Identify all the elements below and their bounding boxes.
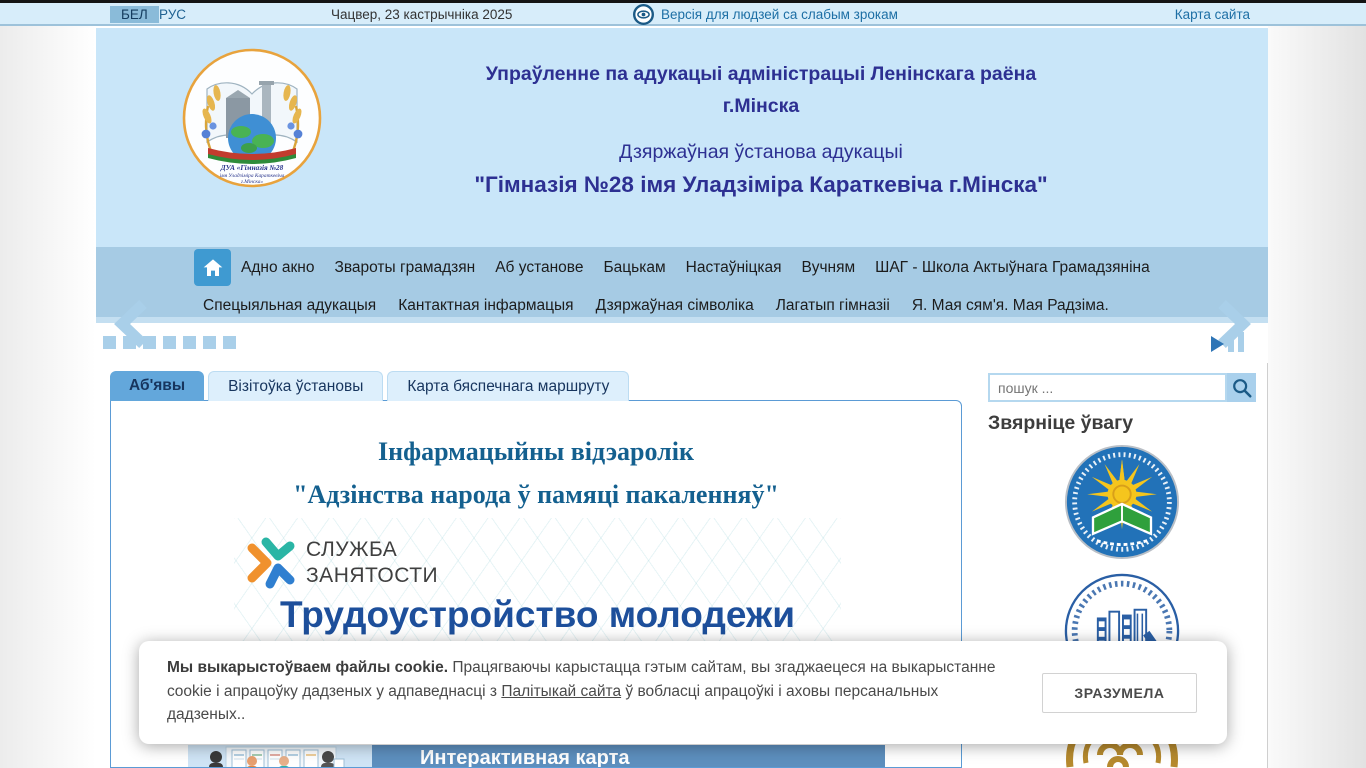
home-button[interactable] [194,249,231,286]
lang-switch-bel[interactable]: БЕЛ [110,6,159,23]
page: БЕЛ РУС Чацвер, 23 кастрычніка 2025 Верс… [0,0,1366,768]
svg-text:г.Мінска»: г.Мінска» [241,179,264,185]
cookie-consent-banner: Мы выкарыстоўваем файлы cookie. Працягва… [139,641,1227,744]
main-navigation: Адно акно Звароты грамадзян Аб установе … [96,247,1268,323]
slider-dot-6[interactable] [203,336,216,349]
search-input[interactable] [988,373,1227,402]
video-heading-line2: "Адзінства народа ў памяці пакаленняў" [293,480,779,509]
slider-dot-2[interactable] [123,336,136,349]
youth-employment-title: Трудоустройство молодежи [280,594,795,635]
nav-row-1: Адно акно Звароты грамадзян Аб установе … [241,247,1150,288]
content-tabs: Аб'явы Візітоўка ўстановы Карта бяспечна… [110,371,630,401]
school-name: "Гімназія №28 імя Уладзіміра Караткевіча… [474,172,1048,197]
slider-dot-7[interactable] [223,336,236,349]
slider-play-icon[interactable] [1211,336,1224,352]
nav-row-2: Спецыяльная адукацыя Кантактная інфармац… [203,288,1109,323]
interactive-map-banner[interactable]: Интерактивная карта [188,745,887,767]
cookie-text-bold: Мы выкарыстоўваем файлы cookie. [167,659,449,676]
svg-text:ДУА «Гімназія №28: ДУА «Гімназія №28 [220,163,284,172]
nav-item-backam[interactable]: Бацькам [603,259,665,277]
slider-dot-1[interactable] [103,336,116,349]
nav-item-kantakty[interactable]: Кантактная інфармацыя [398,297,573,315]
nav-item-radzima[interactable]: Я. Мая сям'я. Мая Радзіма. [912,297,1109,315]
svg-text:імя Уладзіміра Караткевіча: імя Уладзіміра Караткевіча [220,172,285,179]
slider-dot-3[interactable] [143,336,156,349]
department-title-line2: г.Мінска [722,95,800,117]
header-titles: Упраўленне па адукацыі адміністрацыі Лен… [346,28,1176,198]
nav-item-simvolika[interactable]: Дзяржаўная сімволіка [596,297,754,315]
nav-item-specadukacyja[interactable]: Спецыяльная адукацыя [203,297,376,315]
lang-switch-rus[interactable]: РУС [159,7,186,22]
tab-abyavy[interactable]: Аб'явы [110,371,205,401]
tab-safe-route-map[interactable]: Карта бяспечнага маршруту [387,371,630,401]
interactive-map-title: Интерактивная карта [372,745,885,767]
cookie-accept-button[interactable]: ЗРАЗУМЕЛА [1042,673,1197,713]
sitemap-link[interactable]: Карта сайта [1175,7,1250,22]
nav-item-ab-ustanove[interactable]: Аб установе [495,259,583,277]
school-logo[interactable]: ДУА «Гімназія №28 імя Уладзіміра Каратке… [182,48,322,188]
eye-icon [633,4,654,25]
site-header: ДУА «Гімназія №28 імя Уладзіміра Каратке… [96,28,1268,247]
employment-service-icon [247,537,295,589]
ministry-of-education-logo[interactable] [1064,444,1180,560]
slider-dot-5[interactable] [183,336,196,349]
nav-item-zvaroty[interactable]: Звароты грамадзян [334,259,475,277]
cookie-consent-text: Мы выкарыстоўваем файлы cookie. Працягва… [167,656,1005,727]
attention-heading: Звярніце ўвагу [988,412,1134,434]
nav-item-shag[interactable]: ШАГ - Школа Актыўнага Грамадзяніна [875,259,1150,277]
search-icon [1232,378,1252,398]
utility-topbar: БЕЛ РУС Чацвер, 23 кастрычніка 2025 Верс… [0,3,1366,26]
video-heading-line1: Інфармацыйны відэаролік [378,437,694,466]
search-button[interactable] [1227,373,1256,402]
nav-item-adno-akno[interactable]: Адно акно [241,259,314,277]
site-policy-link[interactable]: Палітыкай сайта [501,683,621,700]
page-right-margin [1268,25,1366,768]
slider-dots [103,336,236,349]
current-date: Чацвер, 23 кастрычніка 2025 [331,7,513,22]
map-banner-illustration [188,745,372,767]
employment-service-logo: СЛУЖБА ЗАНЯТОСТИ [240,534,438,592]
tab-vizitowka[interactable]: Візітоўка ўстановы [208,371,384,401]
nav-item-nastaunickaya[interactable]: Настаўніцкая [686,259,782,277]
slider-pause-icon[interactable] [1228,332,1244,352]
page-left-margin [0,25,96,768]
nav-item-vuchnyam[interactable]: Вучням [802,259,856,277]
nav-item-lagatyp[interactable]: Лагатып гімназіі [776,297,890,315]
accessibility-version-link[interactable]: Версія для людзей са слабым зрокам [633,4,898,25]
slider-dot-4[interactable] [163,336,176,349]
department-title-line1: Упраўленне па адукацыі адміністрацыі Лен… [485,63,1037,85]
content-right-divider [1267,363,1268,768]
home-icon [203,258,222,276]
accessibility-version-label: Версія для людзей са слабым зрокам [661,7,898,22]
slider-strip [96,329,1268,365]
institution-type: Дзяржаўная ўстанова адукацыі [619,141,903,163]
employment-service-name: СЛУЖБА ЗАНЯТОСТИ [306,538,439,587]
site-search [988,373,1256,402]
